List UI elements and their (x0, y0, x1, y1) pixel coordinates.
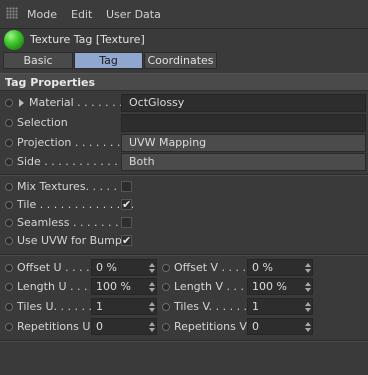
spinner-arrows-icon[interactable] (305, 302, 311, 312)
repetitions-v-value: 0 (252, 320, 259, 333)
selection-field[interactable] (121, 114, 366, 132)
tab-basic[interactable]: Basic (3, 52, 73, 69)
offset-row: Offset U . . . . 0 % Offset V . . . . 0 … (0, 258, 368, 278)
keyframe-dot-icon[interactable] (162, 323, 170, 331)
mix-textures-checkbox[interactable] (121, 181, 132, 192)
keyframe-dot-icon[interactable] (162, 264, 170, 272)
spinner-arrows-icon[interactable] (149, 282, 155, 292)
expand-triangle-icon[interactable] (19, 99, 24, 107)
keyframe-dot-icon[interactable] (5, 237, 13, 245)
side-label: Side . . . . . . . . . . . . (17, 155, 125, 168)
tab-tag[interactable]: Tag (74, 52, 143, 69)
offset-u-input[interactable]: 0 % (91, 259, 157, 276)
keyframe-dot-icon[interactable] (162, 283, 170, 291)
divider (0, 175, 368, 176)
menu-mode[interactable]: Mode (27, 8, 57, 21)
mix-textures-label: Mix Textures. . . . . . (17, 180, 125, 193)
side-row: Side . . . . . . . . . . . . Both (0, 152, 368, 172)
spinner-arrows-icon[interactable] (305, 263, 311, 273)
selection-row: Selection (0, 113, 368, 133)
use-uvw-bump-label: Use UVW for Bump (17, 234, 122, 247)
menu-bar: Mode Edit User Data (0, 0, 368, 29)
tiles-v-input[interactable]: 1 (247, 298, 313, 315)
tile-checkbox[interactable]: ✔ (121, 199, 132, 210)
length-u-value: 100 % (96, 280, 131, 293)
projection-dropdown[interactable]: UVW Mapping (121, 134, 366, 152)
object-title: Texture Tag [Texture] (30, 33, 145, 46)
spinner-arrows-icon[interactable] (149, 263, 155, 273)
keyframe-dot-icon[interactable] (5, 219, 13, 227)
tile-row: Tile . . . . . . . . . . . . . . ✔ (0, 195, 368, 215)
length-u-input[interactable]: 100 % (91, 278, 157, 295)
projection-row: Projection . . . . . . . . UVW Mapping (0, 133, 368, 153)
length-u-label: Length U . . . . (17, 280, 95, 293)
use-uvw-bump-row: Use UVW for Bump ✔ (0, 231, 368, 251)
keyframe-dot-icon[interactable] (5, 303, 13, 311)
offset-v-label: Offset V . . . . (174, 261, 247, 274)
repetitions-u-input[interactable]: 0 (91, 318, 157, 335)
section-header: Tag Properties (0, 73, 368, 91)
spinner-arrows-icon[interactable] (305, 282, 311, 292)
material-label: Material . . . . . . . . (29, 96, 130, 109)
repetitions-v-input[interactable]: 0 (247, 318, 313, 335)
selection-label: Selection (17, 116, 68, 129)
seamless-label: Seamless . . . . . . . . . (17, 216, 133, 229)
offset-v-value: 0 % (252, 261, 273, 274)
seamless-checkbox[interactable] (121, 217, 132, 228)
section-title: Tag Properties (5, 76, 96, 89)
projection-label: Projection . . . . . . . . (17, 136, 128, 149)
length-v-value: 100 % (252, 280, 287, 293)
material-link-field[interactable]: OctGlossy (121, 94, 366, 112)
spinner-arrows-icon[interactable] (149, 302, 155, 312)
tile-label: Tile . . . . . . . . . . . . . . (17, 198, 135, 211)
menu-edit[interactable]: Edit (71, 8, 92, 21)
seamless-row: Seamless . . . . . . . . . (0, 213, 368, 233)
divider (0, 255, 368, 256)
mix-textures-row: Mix Textures. . . . . . (0, 177, 368, 197)
keyframe-dot-icon[interactable] (5, 201, 13, 209)
spinner-arrows-icon[interactable] (149, 322, 155, 332)
keyframe-dot-icon[interactable] (5, 323, 13, 331)
keyframe-dot-icon[interactable] (5, 119, 13, 127)
tiles-u-value: 1 (96, 300, 103, 313)
repetitions-u-label: Repetitions U (17, 320, 91, 333)
use-uvw-bump-checkbox[interactable]: ✔ (121, 235, 132, 246)
tab-coordinates[interactable]: Coordinates (144, 52, 217, 69)
tiles-u-input[interactable]: 1 (91, 298, 157, 315)
material-ball-icon (4, 30, 24, 50)
repetitions-row: Repetitions U 0 Repetitions V 0 (0, 317, 368, 337)
repetitions-v-label: Repetitions V (174, 320, 247, 333)
menu-user-data[interactable]: User Data (106, 8, 161, 21)
length-row: Length U . . . . 100 % Length V . . . . … (0, 277, 368, 297)
keyframe-dot-icon[interactable] (5, 158, 13, 166)
keyframe-dot-icon[interactable] (162, 303, 170, 311)
tiles-v-value: 1 (252, 300, 259, 313)
tiles-row: Tiles U. . . . . . 1 Tiles V. . . . . . … (0, 297, 368, 317)
length-v-input[interactable]: 100 % (247, 278, 313, 295)
repetitions-u-value: 0 (96, 320, 103, 333)
keyframe-dot-icon[interactable] (5, 264, 13, 272)
spinner-arrows-icon[interactable] (305, 322, 311, 332)
length-v-label: Length V . . . . (174, 280, 251, 293)
material-row: Material . . . . . . . . OctGlossy (0, 93, 368, 113)
object-header: Texture Tag [Texture] (0, 29, 368, 50)
offset-u-label: Offset U . . . . (17, 261, 90, 274)
tiles-v-label: Tiles V. . . . . . (174, 300, 248, 313)
keyframe-dot-icon[interactable] (5, 183, 13, 191)
keyframe-dot-icon[interactable] (5, 283, 13, 291)
keyframe-dot-icon[interactable] (5, 139, 13, 147)
side-dropdown[interactable]: Both (121, 153, 366, 171)
grip-handle-icon[interactable] (6, 7, 18, 19)
offset-v-input[interactable]: 0 % (247, 259, 313, 276)
tiles-u-label: Tiles U. . . . . . (17, 300, 93, 313)
keyframe-dot-icon[interactable] (5, 99, 13, 107)
offset-u-value: 0 % (96, 261, 117, 274)
divider (0, 341, 368, 342)
